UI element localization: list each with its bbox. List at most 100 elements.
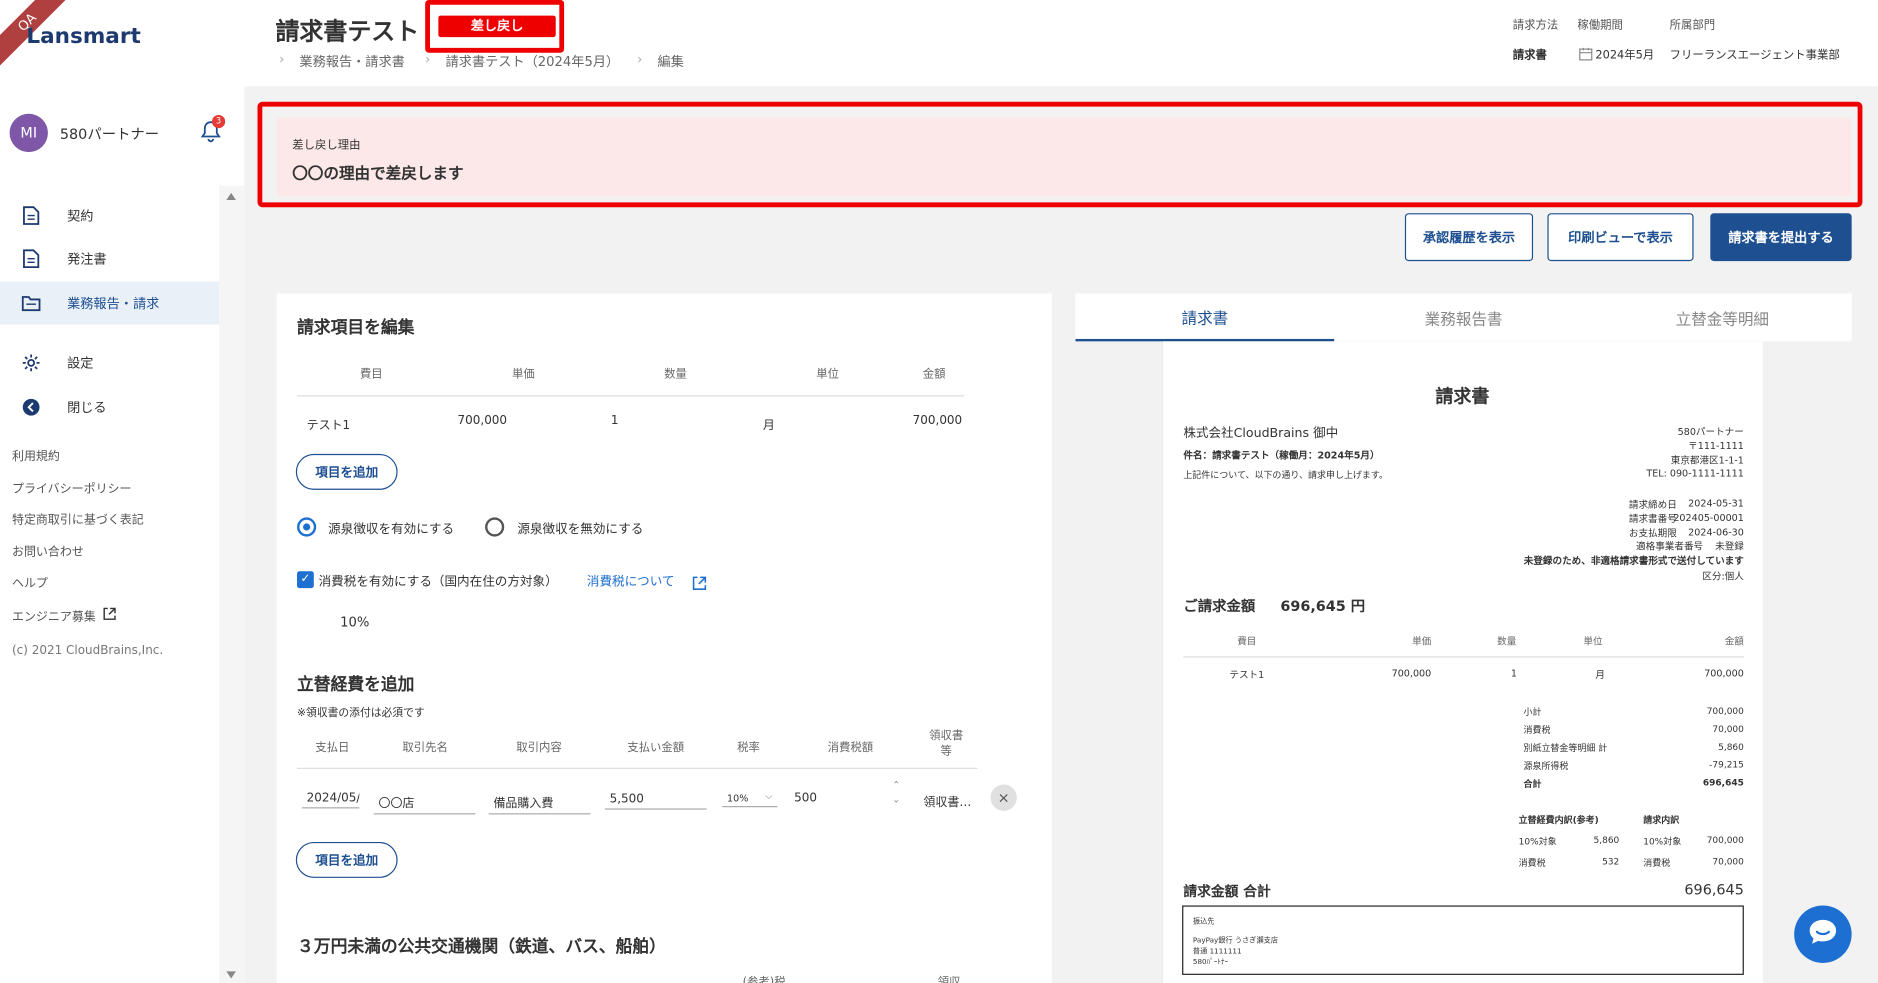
print-view-button[interactable]: 印刷ビューで表示 [1547, 213, 1694, 262]
total-label: ご請求金額 [1183, 597, 1256, 615]
add-item-button[interactable]: 項目を追加 [295, 453, 398, 490]
scroll-up-icon[interactable] [226, 192, 236, 201]
footer-link-recruit[interactable]: エンジニア募集 [12, 606, 116, 624]
inv-qty-cell: 1 [1510, 668, 1517, 680]
date-key: お支払期限 [1628, 528, 1677, 539]
chevron-right-icon: › [425, 51, 431, 68]
summary-value: 70,000 [1712, 723, 1744, 735]
chat-icon [1807, 917, 1838, 951]
sidebar-item-settings[interactable]: 設定 [0, 341, 219, 384]
tax-enable-label: 消費税を有効にする（国内在住の方対象） [318, 574, 558, 590]
invoice-breakdown-value: 700,000 [1706, 834, 1744, 846]
chevron-right-icon: › [637, 51, 643, 68]
tax-rate-value[interactable]: 10% [340, 614, 369, 630]
footer-link-commercial[interactable]: 特定商取引に基づく表記 [12, 509, 144, 527]
vendor-input[interactable]: 〇〇店 [373, 790, 476, 815]
summary-key: 消費税 [1523, 724, 1551, 736]
footer-link-privacy[interactable]: プライバシーポリシー [12, 478, 132, 496]
item-amount-cell: 700,000 [912, 414, 963, 428]
sidebar-item-label: 設定 [67, 355, 94, 372]
tax-checkbox[interactable]: ✓ [297, 571, 314, 589]
avatar[interactable]: MI [9, 113, 48, 153]
expense-breakdown-title: 立替経費内訳(参考) [1518, 814, 1599, 826]
tab-expense-details[interactable]: 立替金等明細 [1593, 293, 1852, 341]
sidebar-item-label: 業務報告・請求 [67, 295, 160, 312]
inv-unit-cell: 月 [1595, 669, 1605, 681]
withholding-off-radio[interactable] [485, 517, 505, 537]
content-input[interactable]: 備品購入費 [488, 790, 591, 815]
col-header-tax-amount: 消費税額 [827, 741, 874, 755]
add-expense-button[interactable]: 項目を追加 [295, 841, 398, 878]
external-link-icon [103, 607, 116, 624]
close-icon[interactable]: × [990, 784, 1017, 811]
footer-link-terms[interactable]: 利用規約 [12, 446, 60, 463]
expense-breakdown-key: 10%対象 [1518, 835, 1557, 847]
folder-icon [21, 293, 41, 312]
notification-count-badge: 3 [211, 114, 226, 129]
sidebar-item-label: 発注書 [67, 251, 107, 268]
date-value: 202405-00001 [1673, 512, 1744, 524]
rejection-reason-text: 〇〇の理由で差戻します [292, 165, 464, 184]
item-qty-cell[interactable]: 1 [611, 414, 619, 427]
scroll-down-icon[interactable] [226, 971, 236, 979]
show-approval-history-button[interactable]: 承認履歴を表示 [1404, 213, 1534, 262]
summary-value: 696,645 [1702, 777, 1744, 789]
calendar-icon [1579, 43, 1593, 66]
divider [297, 395, 965, 397]
gear-icon [22, 353, 41, 372]
brand-logo[interactable]: Lansmart [26, 24, 140, 49]
transport-col-receipt: 領収 [937, 976, 961, 983]
sidebar-item-contract[interactable]: 契約 [0, 194, 219, 237]
grand-total-label: 請求金額 合計 [1183, 882, 1271, 900]
rejection-reason-label: 差し戻し理由 [292, 138, 361, 153]
pay-date-input[interactable]: 2024/05/( [301, 789, 360, 809]
expense-breakdown-value: 5,860 [1593, 834, 1620, 846]
sidebar-item-close[interactable]: 閉じる [0, 386, 219, 429]
chevron-right-icon: › [279, 51, 285, 68]
invoice-breakdown-title: 請求内訳 [1643, 814, 1680, 826]
submit-invoice-button[interactable]: 請求書を提出する [1710, 213, 1852, 262]
sidebar-item-purchase-order[interactable]: 発注書 [0, 237, 219, 280]
col-header-unit: 単位 [816, 367, 839, 381]
withholding-on-label: 源泉徴収を有効にする [328, 522, 455, 537]
receipt-attachment[interactable]: 領収書… [923, 792, 971, 809]
footer-link-help[interactable]: ヘルプ [12, 573, 48, 590]
status-badge: 差し戻し [438, 15, 556, 38]
date-value: 2024-05-31 [1688, 498, 1744, 510]
bank-label: 振込先 [1192, 917, 1215, 926]
amount-input[interactable]: 5,500 [604, 790, 707, 810]
inv-price-cell: 700,000 [1391, 668, 1432, 680]
sidebar-item-label: 閉じる [67, 400, 107, 416]
tax-info-link[interactable]: 消費税について [587, 573, 675, 591]
col-header-content: 取引内容 [516, 741, 562, 755]
edit-panel [276, 293, 1052, 983]
withholding-on-radio[interactable] [297, 517, 317, 537]
footer-link-contact[interactable]: お問い合わせ [12, 541, 84, 559]
meta-label-billing-method: 請求方法 [1512, 19, 1559, 33]
user-name: 580パートナー [59, 125, 160, 143]
tab-invoice[interactable]: 請求書 [1075, 293, 1335, 342]
item-name-cell[interactable]: テスト1 [307, 414, 351, 432]
date-value: 未登録 [1715, 541, 1744, 553]
tab-work-report[interactable]: 業務報告書 [1334, 293, 1593, 341]
sidebar-item-report-invoice[interactable]: 業務報告・請求 [0, 281, 220, 325]
tax-rate-select-value: 10% [727, 792, 749, 804]
item-price-cell[interactable]: 700,000 [458, 414, 508, 427]
inv-amount-cell: 700,000 [1704, 668, 1744, 680]
total-value: 696,645 円 [1280, 597, 1366, 615]
divider [1183, 656, 1744, 658]
tax-amount-input[interactable]: 500 [794, 792, 817, 805]
chat-button[interactable] [1794, 905, 1852, 963]
stepper-icon[interactable]: ⌃ ⌄ [892, 779, 900, 808]
sidebar-scrollbar[interactable] [219, 185, 245, 983]
tax-rate-select[interactable]: 10% ⌵ [722, 790, 778, 808]
avatar-initials: MI [20, 124, 38, 142]
summary-value: 5,860 [1718, 741, 1744, 753]
breadcrumb-invoice[interactable]: 請求書テスト（2024年5月） [446, 52, 620, 71]
date-key: 請求書番号 [1628, 513, 1677, 525]
breadcrumb-report-invoice[interactable]: 業務報告・請求書 [299, 52, 404, 71]
footer-link-recruit-label: エンジニア募集 [11, 610, 96, 625]
expense-breakdown-value: 532 [1602, 856, 1620, 868]
meta-label-department: 所属部門 [1669, 19, 1716, 33]
item-unit-cell[interactable]: 月 [763, 414, 775, 432]
